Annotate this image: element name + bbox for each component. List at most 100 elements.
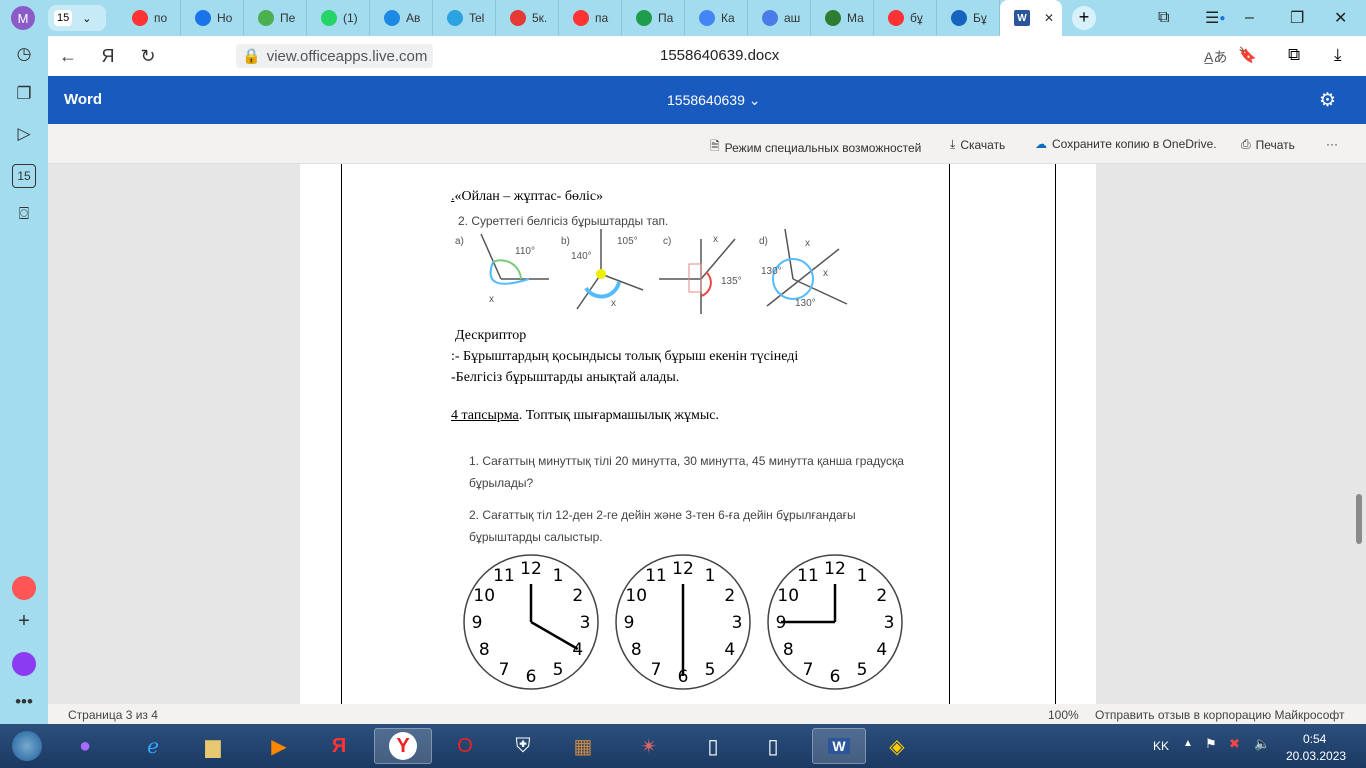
browser-tab[interactable]: аш <box>748 0 811 36</box>
explorer-icon[interactable]: ▆ <box>186 728 240 764</box>
clock-number: 8 <box>783 640 794 660</box>
play-icon[interactable]: ▷ <box>12 124 36 148</box>
yandex-browser-icon[interactable]: Я <box>312 728 366 764</box>
alice-icon[interactable]: ● <box>58 728 112 764</box>
app-icon[interactable] <box>12 576 36 600</box>
tab-label: Ма <box>847 11 864 25</box>
volume-icon[interactable]: 🔈 <box>1254 736 1270 752</box>
clocks-figure: 12 1234567891011 12 1234567891011 12 12345678… <box>463 554 903 690</box>
browser-tab[interactable]: Ав <box>370 0 433 36</box>
clock-number: 9 <box>472 613 483 633</box>
accessibility-icon: 🗎 <box>710 139 720 153</box>
browser-tab-active[interactable]: W ✕ <box>1000 0 1062 36</box>
language-indicator[interactable]: KK <box>1153 739 1169 753</box>
menu-icon[interactable]: ☰ ● <box>1205 0 1225 36</box>
browser-tab[interactable]: по <box>118 0 181 36</box>
tab-label: 5к. <box>532 11 548 25</box>
download-icon[interactable]: ⤓ <box>1334 45 1342 65</box>
browser-tab[interactable]: Бұ <box>937 0 1000 36</box>
calendar-icon[interactable]: 15 <box>12 164 36 188</box>
clock-number: 9 <box>624 613 635 633</box>
tab-label: бұ <box>910 11 923 25</box>
question-2b: бұрыштарды салыстыр. <box>469 530 603 544</box>
app-icon[interactable]: ◈ <box>870 728 924 764</box>
gear-icon[interactable]: ⚙ <box>1319 89 1336 112</box>
collections-icon[interactable]: ⧉ <box>1288 45 1300 65</box>
yandex-button[interactable]: Я <box>88 46 128 67</box>
document-icon[interactable]: ▯ <box>746 728 800 764</box>
fig-label-a: a) <box>455 236 464 247</box>
more-button[interactable]: ··· <box>1326 137 1338 151</box>
b-icon <box>636 10 652 26</box>
word-brand[interactable]: Word <box>64 91 102 108</box>
browser-tab[interactable]: 5к. <box>496 0 559 36</box>
file-name-button[interactable]: 1558640639 ⌄ <box>667 92 761 109</box>
feedback-link[interactable]: Отправить отзыв в корпорацию Майкрософт <box>1095 708 1344 722</box>
document-icon[interactable]: ▯ <box>686 728 740 764</box>
word-taskbar-icon[interactable]: W <box>812 728 866 764</box>
svg-text:d): d) <box>759 236 768 247</box>
game-icon[interactable]: ⛨ <box>496 728 550 764</box>
zoom-level[interactable]: 100% <box>1048 708 1079 722</box>
clock-number: 12 <box>824 559 846 579</box>
browser-tab-bar: M 15 ⌄ по Но Пе (1) Ав Tel 5к. па Па Ка аш Ма бұ Бұ W ✕ … <box>0 0 1366 36</box>
browser-tab[interactable]: бұ <box>874 0 937 36</box>
restore-button[interactable]: ❐ <box>1290 0 1304 36</box>
collections-icon[interactable]: ❐ <box>12 84 36 108</box>
tray-arrow-icon[interactable]: ▲ <box>1183 738 1193 749</box>
yandex-taskbar-icon[interactable]: Y <box>374 728 432 764</box>
print-icon: ⎙ <box>1241 137 1251 151</box>
reload-button[interactable]: ↻ <box>128 46 168 67</box>
browser-tab[interactable]: Но <box>181 0 244 36</box>
opera-icon[interactable]: O <box>438 728 492 764</box>
add-icon[interactable]: + <box>12 610 36 634</box>
flag-icon[interactable]: ⚑ <box>1205 736 1217 752</box>
start-button[interactable] <box>2 728 52 764</box>
tab-group-button[interactable]: 15 ⌄ <box>48 5 106 31</box>
print-button[interactable]: ⎙ Печать <box>1241 137 1295 152</box>
bookmarks-icon[interactable]: ⧉ <box>1158 0 1169 36</box>
translate-icon[interactable]: A̲あ <box>1204 47 1227 67</box>
browser-tab[interactable]: па <box>559 0 622 36</box>
browser-tab[interactable]: Ма <box>811 0 874 36</box>
alice-icon[interactable] <box>12 652 36 676</box>
word-icon: W <box>1014 10 1030 26</box>
close-tab-icon[interactable]: ✕ <box>1044 11 1054 25</box>
telegram-icon <box>447 10 463 26</box>
browser-tab[interactable]: Пе <box>244 0 307 36</box>
close-window-button[interactable]: ✕ <box>1334 0 1347 36</box>
clock-number: 3 <box>580 613 591 633</box>
svg-text:130°: 130° <box>761 266 782 277</box>
clock-time[interactable]: 0:54 <box>1303 732 1326 746</box>
more-icon[interactable]: ••• <box>12 692 36 716</box>
minimize-button[interactable]: – <box>1245 0 1254 36</box>
back-button[interactable]: ← <box>48 46 88 67</box>
clock-date[interactable]: 20.03.2023 <box>1286 749 1346 763</box>
accessibility-button[interactable]: 🗎 Режим специальных возможностей <box>710 137 921 158</box>
browser-tab[interactable]: Ка <box>685 0 748 36</box>
browser-tab[interactable]: Tel <box>433 0 496 36</box>
question-2a: 2. Сағаттық тіл 12-ден 2-ге дейін және 3… <box>469 508 856 522</box>
profile-avatar[interactable]: M <box>11 6 35 30</box>
scrollbar[interactable] <box>1356 494 1362 544</box>
ie-icon[interactable]: ℯ <box>126 728 180 764</box>
app-icon[interactable]: ✴ <box>622 728 676 764</box>
clock-number: 3 <box>732 613 743 633</box>
new-tab-button[interactable]: + <box>1072 6 1096 30</box>
download-button[interactable]: ⤓ Скачать <box>950 137 1005 152</box>
power-icon[interactable]: ✖ <box>1229 736 1240 752</box>
media-player-icon[interactable]: ▶ <box>252 728 306 764</box>
bookmark-icon[interactable]: 🔖 <box>1238 46 1257 64</box>
winrar-icon[interactable]: ▦ <box>556 728 610 764</box>
taskbar: ● ℯ ▆ ▶ Я Y O ⛨ ▦ ✴ ▯ ▯ W ◈ KK ▲ ⚑ ✖ 🔈 0… <box>0 724 1366 768</box>
camera-icon[interactable]: ⌼ <box>12 204 36 228</box>
history-icon[interactable]: ◷ <box>12 44 36 68</box>
browser-tab[interactable]: (1) <box>307 0 370 36</box>
save-copy-button[interactable]: ☁ Сохраните копию в OneDrive. <box>1035 137 1217 151</box>
tab-label: па <box>595 11 609 25</box>
clock-number: 7 <box>803 660 814 680</box>
task-4: 4 тапсырма. Топтық шығармашылық жұмыс. <box>451 408 719 423</box>
url-field[interactable]: 🔒 view.officeapps.live.com <box>236 44 434 68</box>
svg-text:x: x <box>611 298 616 309</box>
browser-tab[interactable]: Па <box>622 0 685 36</box>
